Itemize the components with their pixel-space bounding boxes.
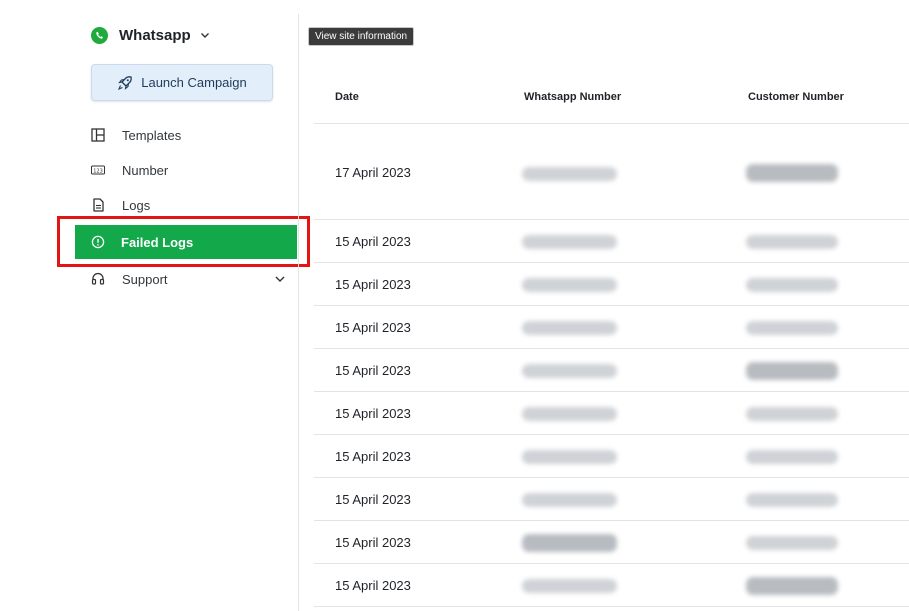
sidebar-item-label: Logs	[122, 197, 151, 213]
alert-circle-icon	[91, 235, 105, 249]
row-date: 15 April 2023	[335, 578, 411, 593]
failed-logs-table: Date Whatsapp Number Customer Number 17 …	[314, 72, 909, 607]
row-date: 15 April 2023	[335, 449, 411, 464]
redacted-whatsapp-number	[522, 235, 617, 249]
redacted-customer-number	[746, 235, 838, 249]
layout-grid-icon	[91, 128, 105, 142]
redacted-customer-number	[746, 278, 838, 292]
row-date: 15 April 2023	[335, 406, 411, 421]
table-row[interactable]: 15 April 2023	[314, 392, 909, 435]
app-title: Whatsapp	[119, 26, 191, 44]
redacted-customer-number	[746, 164, 838, 182]
redacted-customer-number	[746, 321, 838, 335]
sidebar-item-label: Templates	[122, 127, 182, 143]
redacted-customer-number	[746, 450, 838, 464]
chevron-down-icon	[275, 274, 285, 284]
redacted-customer-number	[746, 577, 838, 595]
row-date: 15 April 2023	[335, 492, 411, 507]
redacted-whatsapp-number	[522, 321, 617, 335]
app-switcher[interactable]: Whatsapp	[91, 25, 210, 45]
table-row[interactable]: 15 April 2023	[314, 435, 909, 478]
site-info-tooltip: View site information	[308, 27, 415, 46]
redacted-whatsapp-number	[522, 278, 617, 292]
document-icon	[91, 198, 105, 212]
sidebar-item-label: Number	[122, 162, 169, 178]
redacted-customer-number	[746, 493, 838, 507]
column-header-customer-number[interactable]: Customer Number	[748, 91, 844, 103]
redacted-whatsapp-number	[522, 493, 617, 507]
rocket-icon	[117, 75, 133, 91]
sidebar-item-label: Support	[122, 271, 168, 287]
launch-campaign-label: Launch Campaign	[141, 75, 247, 90]
chevron-down-icon	[200, 30, 210, 40]
number-123-icon: 123	[91, 163, 105, 177]
sidebar-item-label: Failed Logs	[121, 234, 194, 250]
column-header-whatsapp-number[interactable]: Whatsapp Number	[524, 91, 621, 103]
row-date: 15 April 2023	[335, 320, 411, 335]
table-row[interactable]: 15 April 2023	[314, 306, 909, 349]
row-date: 15 April 2023	[335, 277, 411, 292]
table-row[interactable]: 15 April 2023	[314, 263, 909, 306]
svg-text:123: 123	[93, 168, 103, 174]
redacted-customer-number	[746, 362, 838, 380]
row-date: 15 April 2023	[335, 234, 411, 249]
table-row[interactable]: 15 April 2023	[314, 478, 909, 521]
redacted-customer-number	[746, 407, 838, 421]
whatsapp-icon	[91, 26, 108, 44]
table-row[interactable]: 15 April 2023	[314, 349, 909, 392]
table-row[interactable]: 15 April 2023	[314, 220, 909, 263]
sidebar-item-logs[interactable]: Logs	[91, 193, 150, 217]
redacted-whatsapp-number	[522, 534, 617, 552]
redacted-whatsapp-number	[522, 167, 617, 181]
launch-campaign-button[interactable]: Launch Campaign	[91, 64, 273, 101]
headset-icon	[91, 272, 105, 286]
row-date: 15 April 2023	[335, 363, 411, 378]
row-date: 17 April 2023	[335, 165, 411, 180]
redacted-whatsapp-number	[522, 450, 617, 464]
sidebar: Whatsapp Launch Campaign Templates 123 N…	[0, 0, 310, 611]
redacted-customer-number	[746, 536, 838, 550]
sidebar-item-support[interactable]: Support	[91, 267, 285, 291]
row-date: 15 April 2023	[335, 535, 411, 550]
redacted-whatsapp-number	[522, 364, 617, 378]
sidebar-item-number[interactable]: 123 Number	[91, 158, 168, 182]
table-row[interactable]: 15 April 2023	[314, 564, 909, 607]
redacted-whatsapp-number	[522, 579, 617, 593]
table-row[interactable]: 17 April 2023	[314, 124, 909, 220]
column-header-date[interactable]: Date	[335, 91, 359, 103]
table-header: Date Whatsapp Number Customer Number	[314, 72, 909, 124]
sidebar-item-failed-logs[interactable]: Failed Logs	[75, 225, 297, 259]
table-row[interactable]: 15 April 2023	[314, 521, 909, 564]
sidebar-item-templates[interactable]: Templates	[91, 123, 181, 147]
redacted-whatsapp-number	[522, 407, 617, 421]
sidebar-divider	[298, 14, 299, 611]
